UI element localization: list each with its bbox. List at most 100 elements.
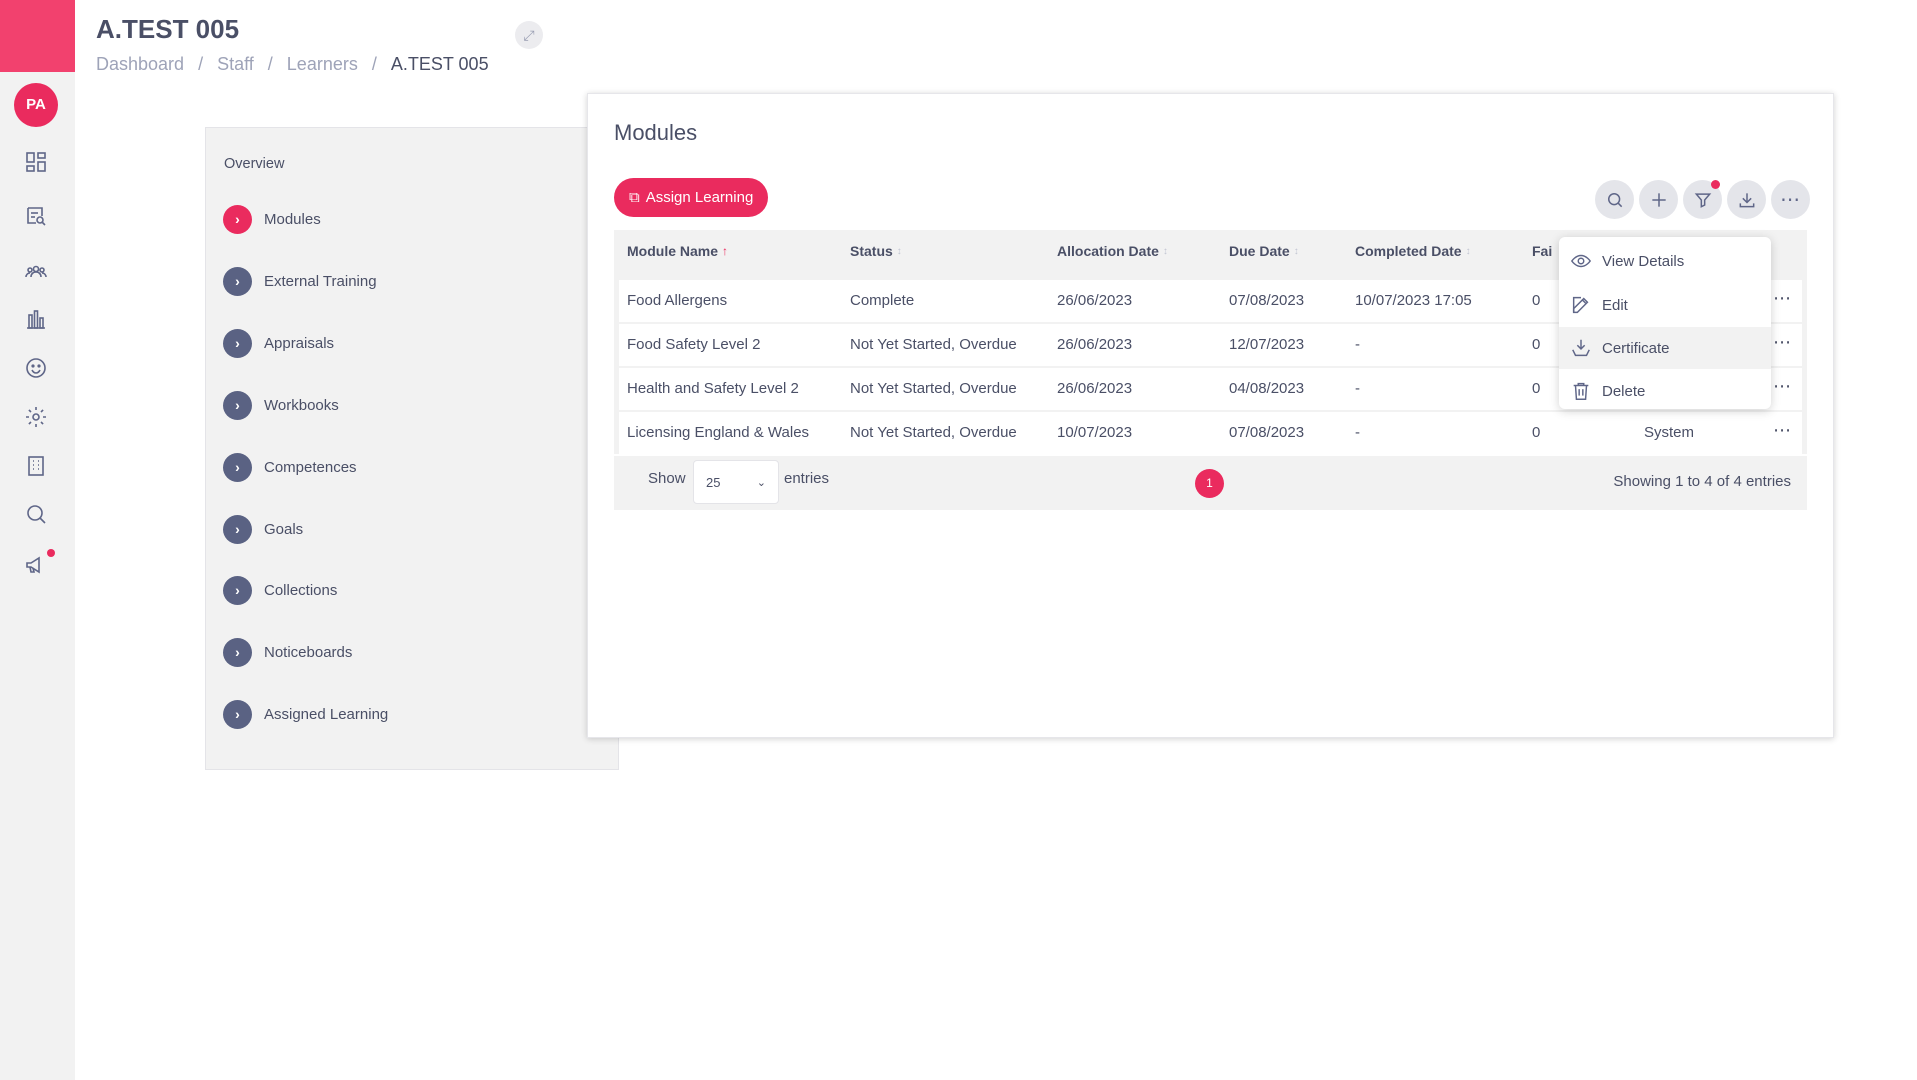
gear-icon[interactable] [22, 403, 50, 431]
row-actions-icon[interactable]: ⋯ [1773, 324, 1792, 366]
nav-item-workbooks[interactable]: › Workbooks [223, 389, 339, 421]
table-row[interactable]: Licensing England & Wales Not Yet Starte… [619, 412, 1802, 454]
cell-completed-date: - [1355, 424, 1360, 441]
cell-source: System [1644, 424, 1695, 441]
breadcrumb-learners[interactable]: Learners [287, 54, 358, 75]
row-actions-icon[interactable]: ⋯ [1773, 412, 1792, 454]
col-due-date[interactable]: Due Date ↕ [1229, 243, 1299, 259]
chevron-right-icon: › [223, 514, 252, 544]
user-avatar[interactable]: PA [14, 83, 58, 127]
nav-item-label: Competences [264, 458, 357, 476]
menu-item-edit[interactable]: Edit [1559, 284, 1771, 326]
chevron-right-icon: › [223, 390, 252, 420]
sort-icon: ↕ [1293, 245, 1299, 257]
search-icon [1607, 192, 1622, 207]
overview-link[interactable]: Overview [224, 156, 284, 172]
nav-item-noticeboards[interactable]: › Noticeboards [223, 636, 352, 668]
col-allocation-date[interactable]: Allocation Date ↕ [1057, 243, 1168, 259]
menu-item-label: Edit [1602, 296, 1628, 314]
brand-logo[interactable] [0, 0, 75, 72]
col-status[interactable]: Status ↕ [850, 243, 902, 259]
nav-item-collections[interactable]: › Collections [223, 574, 337, 606]
row-actions-menu: View Details Edit Certificate Delete [1559, 237, 1771, 409]
col-completed-date[interactable]: Completed Date ↕ [1355, 243, 1471, 259]
col-module-name[interactable]: Module Name ↑ [627, 243, 728, 259]
breadcrumb-staff[interactable]: Staff [217, 54, 254, 75]
search-icon[interactable] [22, 500, 50, 528]
add-button[interactable] [1639, 180, 1678, 219]
sort-icon: ↕ [1162, 245, 1168, 257]
nav-item-competences[interactable]: › Competences [223, 451, 357, 483]
breadcrumb-separator: / [267, 54, 273, 74]
megaphone-icon[interactable] [22, 551, 50, 579]
page-button[interactable]: 1 [1195, 469, 1224, 498]
chevron-right-icon: › [223, 328, 252, 358]
nav-item-appraisals[interactable]: › Appraisals [223, 327, 334, 359]
chevron-right-icon: › [223, 699, 252, 729]
nav-item-label: Goals [264, 520, 304, 538]
chevron-right-icon: › [223, 204, 252, 234]
page-size-value: 25 [706, 474, 721, 490]
cell-allocation-date: 26/06/2023 [1057, 292, 1133, 309]
cell-module-name: Health and Safety Level 2 [627, 380, 799, 397]
edit-icon [1572, 296, 1589, 314]
page-size-select[interactable]: 25 ⌄ [693, 460, 779, 504]
cell-module-name: Food Allergens [627, 292, 728, 309]
nav-item-assigned-learning[interactable]: › Assigned Learning [223, 698, 388, 730]
nav-item-modules[interactable]: › Modules [223, 203, 321, 235]
row-actions-icon[interactable]: ⋯ [1773, 280, 1792, 322]
assign-learning-button[interactable]: ⧉ Assign Learning [614, 178, 769, 217]
breadcrumb: Dashboard / Staff / Learners / A.TEST 00… [96, 54, 489, 75]
nav-item-external-training[interactable]: › External Training [223, 265, 377, 297]
nav-item-label: External Training [264, 272, 377, 290]
dashboard-icon[interactable] [22, 148, 50, 176]
sort-asc-icon: ↑ [722, 244, 729, 258]
expand-icon[interactable]: ⤢ [515, 21, 543, 49]
search-report-icon[interactable] [22, 202, 50, 230]
cell-module-name: Food Safety Level 2 [627, 336, 761, 353]
filter-button[interactable] [1683, 180, 1722, 219]
copy-icon: ⧉ [629, 189, 640, 206]
menu-item-label: Certificate [1602, 339, 1670, 357]
building-icon[interactable] [22, 452, 50, 480]
nav-item-label: Assigned Learning [264, 705, 389, 723]
cell-failed: 0 [1532, 336, 1541, 353]
breadcrumb-separator: / [198, 54, 204, 74]
menu-item-delete[interactable]: Delete [1559, 370, 1771, 412]
more-options-button[interactable]: ⋯ [1771, 180, 1810, 219]
cell-due-date: 04/08/2023 [1229, 380, 1305, 397]
download-button[interactable] [1727, 180, 1766, 219]
nav-item-label: Modules [264, 210, 321, 228]
sort-icon: ↕ [896, 245, 902, 257]
row-actions-icon[interactable]: ⋯ [1773, 368, 1792, 410]
cell-status: Complete [850, 292, 915, 309]
eye-icon [1570, 254, 1592, 268]
filter-active-dot [1711, 180, 1720, 189]
breadcrumb-current: A.TEST 005 [390, 54, 489, 74]
plus-icon [1651, 192, 1666, 207]
nav-item-label: Appraisals [264, 334, 335, 352]
cell-due-date: 12/07/2023 [1229, 336, 1305, 353]
entries-label: entries [784, 470, 830, 487]
sort-icon: ↕ [1465, 245, 1471, 257]
menu-item-label: Delete [1602, 382, 1646, 400]
show-label: Show [648, 470, 686, 487]
people-icon[interactable] [22, 258, 50, 286]
chevron-right-icon: › [223, 266, 252, 296]
modules-card: Modules ⧉ Assign Learning ⋯ Module Name ↑… [587, 93, 1834, 738]
breadcrumb-dashboard[interactable]: Dashboard [96, 54, 184, 75]
chart-icon[interactable] [22, 305, 50, 333]
cell-due-date: 07/08/2023 [1229, 424, 1305, 441]
smiley-icon[interactable] [22, 354, 50, 382]
menu-item-certificate[interactable]: Certificate [1559, 327, 1771, 369]
nav-item-goals[interactable]: › Goals [223, 513, 303, 545]
col-failed[interactable]: Fai [1532, 243, 1552, 259]
cell-failed: 0 [1532, 292, 1541, 309]
notification-dot [47, 549, 55, 557]
chevron-down-icon: ⌄ [756, 476, 766, 489]
menu-item-label: View Details [1602, 252, 1685, 270]
nav-item-label: Workbooks [264, 396, 339, 414]
menu-item-view-details[interactable]: View Details [1559, 240, 1771, 282]
search-button[interactable] [1595, 180, 1634, 219]
modules-title: Modules [614, 120, 698, 145]
